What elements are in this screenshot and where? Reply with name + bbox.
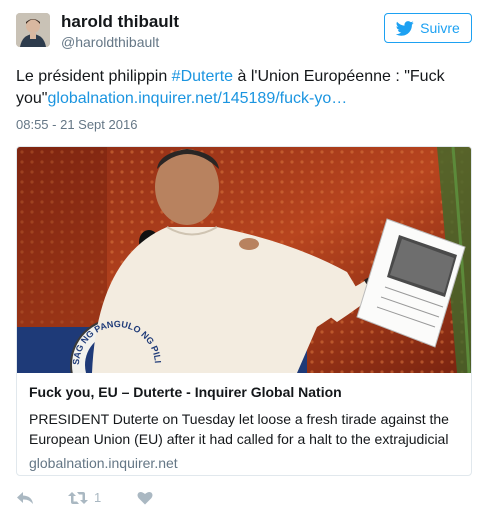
retweet-icon [68,491,88,504]
tweet-url-link[interactable]: globalnation.inquirer.net/145189/fuck-yo… [47,90,347,107]
reply-icon [17,491,33,504]
twitter-bird-icon [396,20,414,36]
card-title[interactable]: Fuck you, EU – Duterte - Inquirer Global… [29,383,459,401]
tweet: harold thibault @haroldthibault Suivre L… [0,0,490,518]
tweet-text: Le président philippin #Duterte à l'Unio… [16,66,476,110]
retweet-button[interactable]: 1 [68,490,101,505]
card-body: Fuck you, EU – Duterte - Inquirer Global… [29,383,459,471]
link-card[interactable]: SAG NG PANGULO NG PILI Fuck you, EU – Du… [16,146,472,476]
follow-button[interactable]: Suivre [384,13,472,43]
retweet-count: 1 [94,490,102,505]
heart-icon [137,491,153,504]
display-name[interactable]: harold thibault [61,12,179,32]
handle[interactable]: @haroldthibault [61,34,159,50]
timestamp[interactable]: 08:55 - 21 Sept 2016 [16,117,137,132]
follow-label: Suivre [420,20,460,36]
avatar[interactable] [16,13,50,47]
reply-button[interactable] [16,491,34,505]
tweet-text-start: Le président philippin [16,68,172,85]
card-description: PRESIDENT Duterte on Tuesday let loose a… [29,411,449,447]
hashtag-link[interactable]: #Duterte [172,68,233,85]
like-button[interactable] [137,491,153,505]
tweet-actions: 1 [16,490,153,505]
card-domain[interactable]: globalnation.inquirer.net [29,455,459,471]
card-image: SAG NG PANGULO NG PILI [17,147,471,373]
profile-photo [16,13,50,47]
